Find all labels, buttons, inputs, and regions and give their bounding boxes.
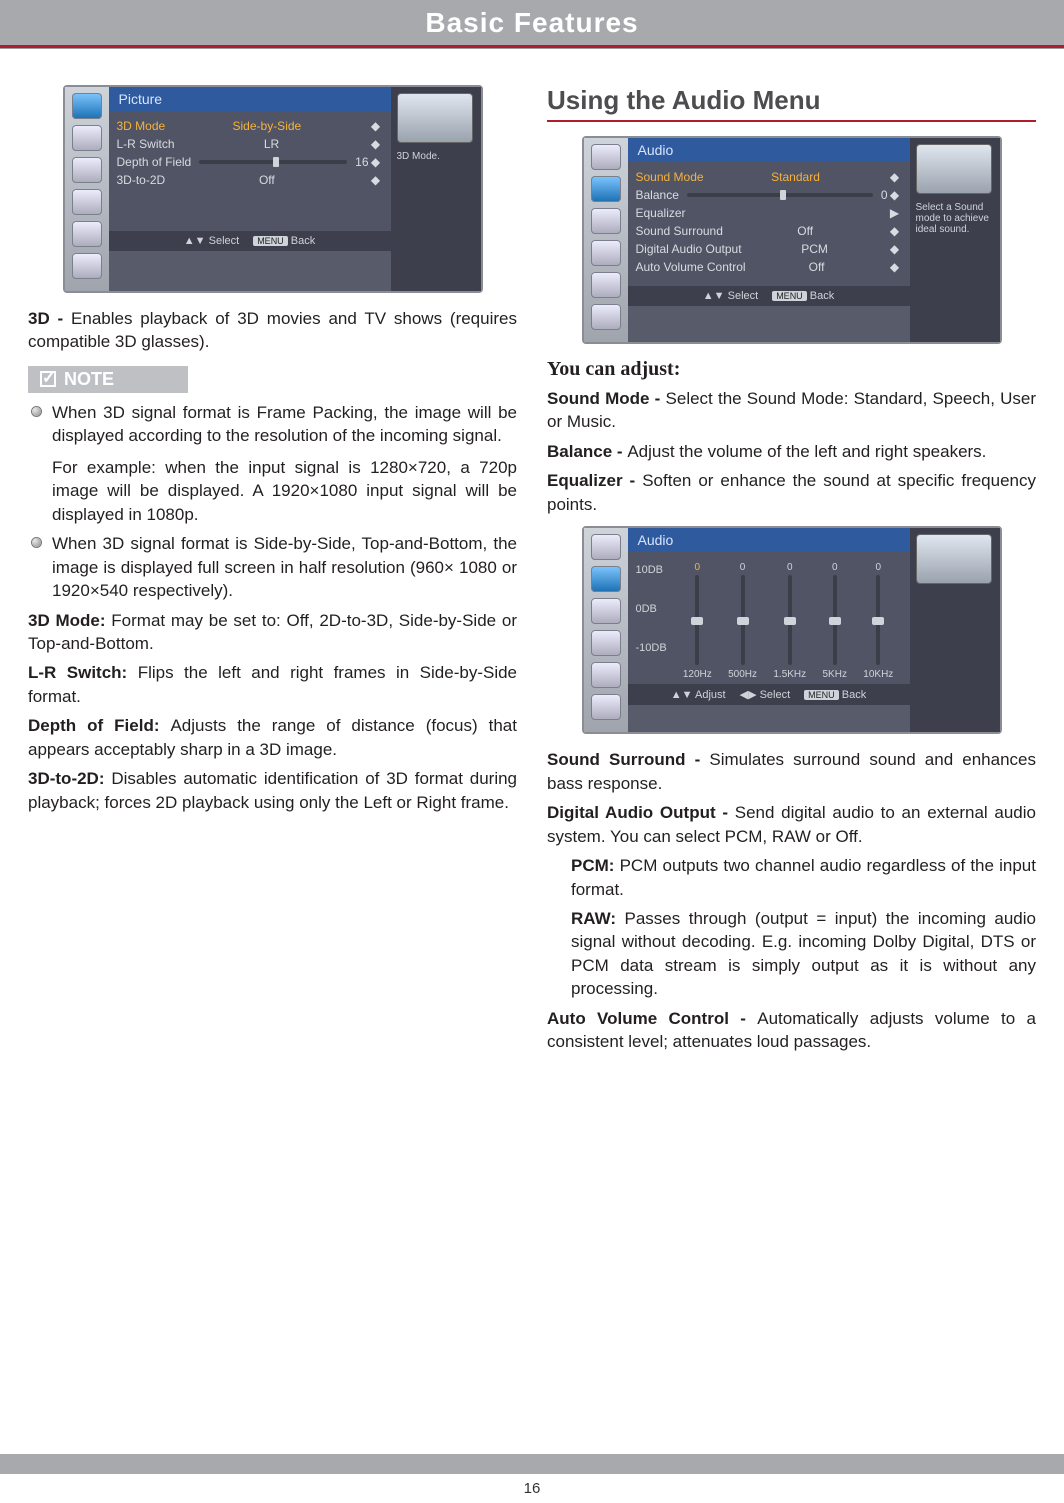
settings-icon bbox=[591, 272, 621, 298]
osd-row: Auto Volume ControlOff◆ bbox=[636, 258, 902, 276]
osd-title: Audio bbox=[628, 528, 910, 552]
audio-icon bbox=[72, 125, 102, 151]
settings-icon bbox=[591, 662, 621, 688]
osd-row: Sound SurroundOff◆ bbox=[636, 222, 902, 240]
lock-icon bbox=[591, 694, 621, 720]
network-icon bbox=[591, 240, 621, 266]
picture-icon bbox=[72, 93, 102, 119]
osd-row: Depth of Field16◆ bbox=[117, 153, 383, 171]
audio-osd: Audio Sound ModeStandard◆Balance0◆Equali… bbox=[582, 136, 1002, 344]
lr-switch-desc: L-R Switch: Flips the left and right fra… bbox=[28, 661, 517, 708]
note-heading: NOTE bbox=[28, 366, 188, 393]
balance-desc: Balance - Adjust the volume of the left … bbox=[547, 440, 1036, 463]
3d-mode-desc: 3D Mode: Format may be set to: Off, 2D-t… bbox=[28, 609, 517, 656]
audio-menu-heading: Using the Audio Menu bbox=[547, 85, 1036, 122]
channel-icon bbox=[72, 157, 102, 183]
audio-icon bbox=[591, 176, 621, 202]
picture-icon bbox=[591, 534, 621, 560]
checkmark-icon bbox=[40, 371, 56, 387]
osd-row: L-R SwitchLR◆ bbox=[117, 135, 383, 153]
osd-footer: ▲▼ Select MENU Back bbox=[628, 286, 910, 306]
sound-surround-desc: Sound Surround - Simulates surround soun… bbox=[547, 748, 1036, 795]
network-icon bbox=[591, 630, 621, 656]
equalizer-desc: Equalizer - Soften or enhance the sound … bbox=[547, 469, 1036, 516]
page-footer: 16 bbox=[0, 1454, 1064, 1497]
osd-icon-column bbox=[584, 138, 628, 342]
3d-to-2d-desc: 3D-to-2D: Disables automatic identificat… bbox=[28, 767, 517, 814]
picture-osd: Picture 3D ModeSide-by-Side◆L-R SwitchLR… bbox=[63, 85, 483, 293]
lock-icon bbox=[591, 304, 621, 330]
raw-desc: RAW: Passes through (output = input) the… bbox=[547, 907, 1036, 1001]
osd-footer: ▲▼ Select MENU Back bbox=[109, 231, 391, 251]
osd-icon-column bbox=[65, 87, 109, 291]
channel-icon bbox=[591, 208, 621, 234]
note-bullet-1: When 3D signal format is Frame Packing, … bbox=[52, 401, 517, 526]
page-number: 16 bbox=[0, 1480, 1064, 1497]
adjust-heading: You can adjust: bbox=[547, 358, 1036, 381]
osd-row: Balance0◆ bbox=[636, 186, 902, 204]
osd-icon-column bbox=[584, 528, 628, 732]
channel-icon bbox=[591, 598, 621, 624]
osd-title: Audio bbox=[628, 138, 910, 162]
network-icon bbox=[72, 189, 102, 215]
osd-row: 3D-to-2DOff◆ bbox=[117, 171, 383, 189]
preview-thumbnail bbox=[397, 93, 473, 143]
eq-scale-mid: 0DB bbox=[636, 603, 667, 615]
note-bullet-2: When 3D signal format is Side-by-Side, T… bbox=[52, 532, 517, 602]
equalizer-osd: Audio 10DB 0DB -10DB 0120Hz 0500Hz 01.5KHz… bbox=[582, 526, 1002, 734]
eq-band: 01.5KHz bbox=[773, 562, 806, 680]
preview-thumbnail bbox=[916, 534, 992, 584]
osd-info-text: Select a Sound mode to achieve ideal sou… bbox=[916, 202, 994, 235]
left-column: Picture 3D ModeSide-by-Side◆L-R SwitchLR… bbox=[28, 85, 517, 1060]
osd-row: Sound ModeStandard◆ bbox=[636, 168, 902, 186]
right-column: Using the Audio Menu Audio Sound ModeSta… bbox=[547, 85, 1036, 1060]
osd-info-text: 3D Mode. bbox=[397, 151, 475, 162]
depth-of-field-desc: Depth of Field: Adjusts the range of dis… bbox=[28, 714, 517, 761]
digital-audio-output-desc: Digital Audio Output - Send digital audi… bbox=[547, 801, 1036, 848]
3d-intro: 3D - Enables playback of 3D movies and T… bbox=[28, 307, 517, 354]
lock-icon bbox=[72, 253, 102, 279]
sound-mode-desc: Sound Mode - Select the Sound Mode: Stan… bbox=[547, 387, 1036, 434]
osd-footer: ▲▼ Adjust ◀▶ Select MENU Back bbox=[628, 684, 910, 705]
eq-scale-top: 10DB bbox=[636, 564, 667, 576]
eq-band: 0120Hz bbox=[683, 562, 712, 680]
audio-icon bbox=[591, 566, 621, 592]
eq-band: 0500Hz bbox=[728, 562, 757, 680]
osd-title: Picture bbox=[109, 87, 391, 111]
eq-band: 010KHz bbox=[863, 562, 893, 680]
osd-row: 3D ModeSide-by-Side◆ bbox=[117, 117, 383, 135]
osd-row: Digital Audio OutputPCM◆ bbox=[636, 240, 902, 258]
picture-icon bbox=[591, 144, 621, 170]
eq-band: 05KHz bbox=[823, 562, 847, 680]
osd-row: Equalizer▶ bbox=[636, 204, 902, 222]
page-header: Basic Features bbox=[0, 0, 1064, 45]
pcm-desc: PCM: PCM outputs two channel audio regar… bbox=[547, 854, 1036, 901]
settings-icon bbox=[72, 221, 102, 247]
preview-thumbnail bbox=[916, 144, 992, 194]
auto-volume-desc: Auto Volume Control - Automatically adju… bbox=[547, 1007, 1036, 1054]
eq-scale-bot: -10DB bbox=[636, 642, 667, 654]
